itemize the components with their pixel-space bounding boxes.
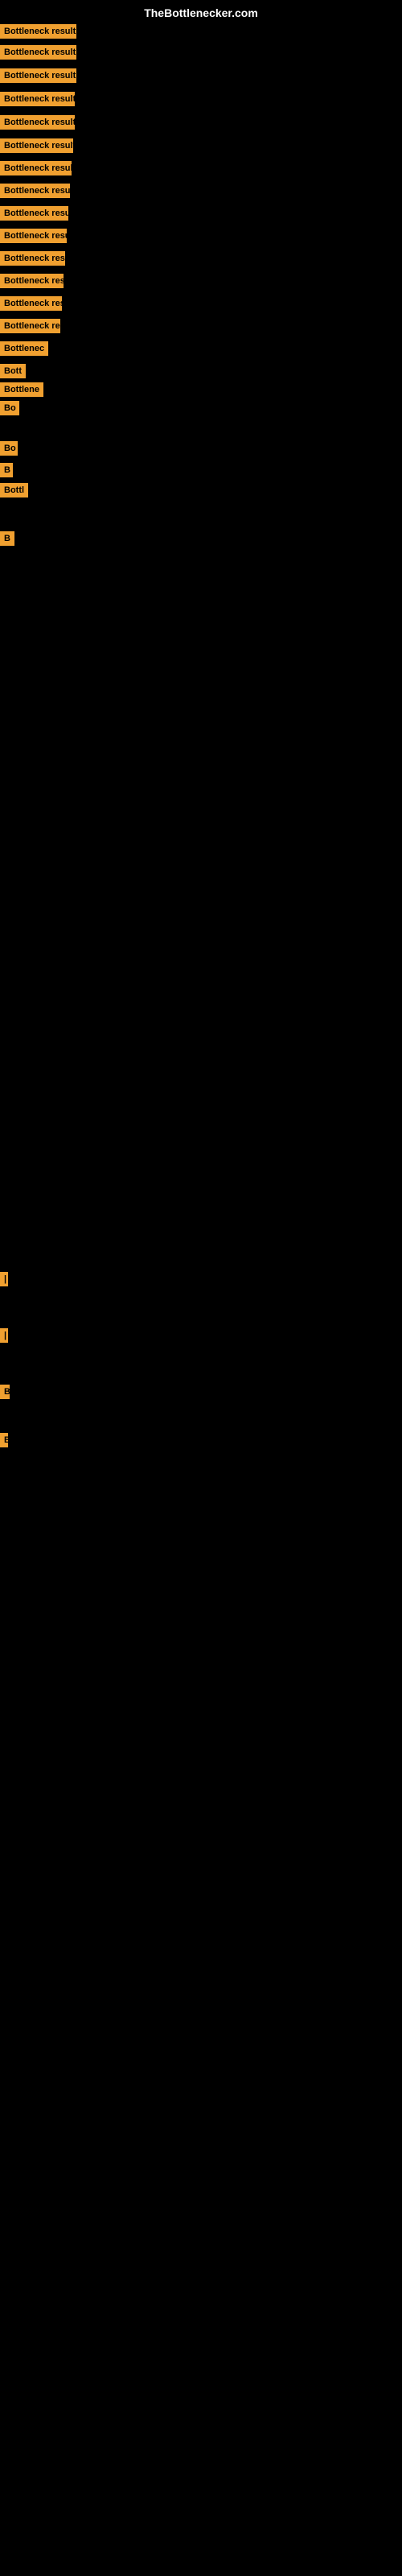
bottleneck-result-badge: Bottleneck re bbox=[0, 319, 60, 333]
bottleneck-result-badge: Bottleneck result bbox=[0, 45, 76, 60]
bottleneck-result-badge: | bbox=[0, 1272, 8, 1286]
bottleneck-result-badge: B bbox=[0, 1433, 8, 1447]
bottleneck-result-badge: B bbox=[0, 1385, 10, 1399]
bottleneck-result-badge: Bottleneck result bbox=[0, 92, 75, 106]
bottleneck-result-badge: Bottl bbox=[0, 483, 28, 497]
bottleneck-result-badge: B bbox=[0, 463, 13, 477]
bottleneck-result-badge: Bo bbox=[0, 441, 18, 456]
bottleneck-result-badge: Bottleneck result bbox=[0, 184, 70, 198]
bottleneck-result-badge: Bott bbox=[0, 364, 26, 378]
bottleneck-result-badge: Bottlenec bbox=[0, 341, 48, 356]
bottleneck-result-badge: Bottleneck result bbox=[0, 115, 75, 130]
bottleneck-result-badge: Bottlene bbox=[0, 382, 43, 397]
bottleneck-result-badge: Bo bbox=[0, 401, 19, 415]
bottleneck-result-badge: Bottleneck result bbox=[0, 138, 73, 153]
bottleneck-result-badge: Bottleneck resu bbox=[0, 251, 65, 266]
bottleneck-result-badge: | bbox=[0, 1328, 8, 1343]
bottleneck-result-badge: Bottleneck result bbox=[0, 161, 72, 175]
bottleneck-result-badge: Bottleneck result bbox=[0, 68, 76, 83]
bottleneck-result-badge: Bottleneck res bbox=[0, 296, 62, 311]
site-title: TheBottlenecker.com bbox=[0, 6, 402, 19]
bottleneck-result-badge: Bottleneck resu bbox=[0, 206, 68, 221]
bottleneck-result-badge: B bbox=[0, 531, 14, 546]
bottleneck-result-badge: Bottleneck res bbox=[0, 274, 64, 288]
bottleneck-result-badge: Bottleneck resu bbox=[0, 229, 67, 243]
bottleneck-result-badge: Bottleneck result bbox=[0, 24, 76, 39]
